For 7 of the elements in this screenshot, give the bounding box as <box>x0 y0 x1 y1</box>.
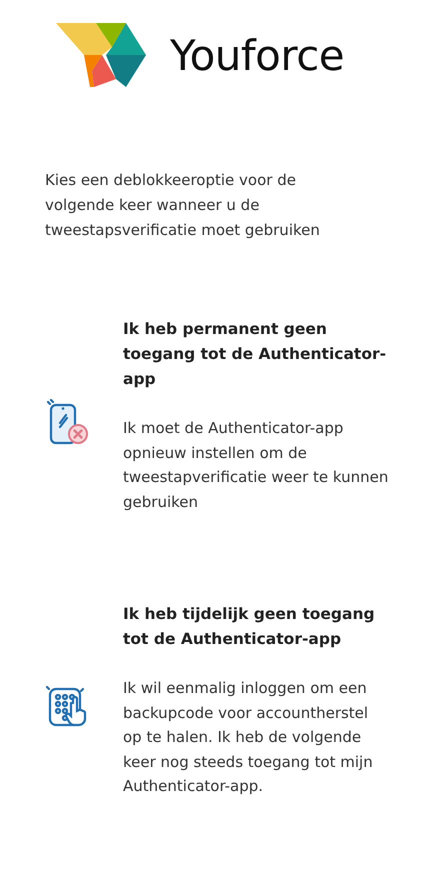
option-description: Ik wil eenmalig inloggen om een backupcode voor accountherstel op te halen. Ik heb de volgende keer nog steeds toegang tot mijn Authenticator-app. <box>123 678 374 797</box>
unblock-option[interactable]: Ik heb permanent geen toegang tot de Authenticator-app Ik moet de Authenticator-app opnieuw instellen om de tweestapverificatie weer te kunnen gebruiken <box>0 317 436 514</box>
option-title: Ik heb tijdelijk geen toegang tot de Authenticator-app <box>123 604 376 650</box>
option-description: Ik moet de Authenticator-app opnieuw instellen om de tweestapverificatie weer te kunnen gebruiken <box>123 418 389 512</box>
option-title: Ik heb permanent geen toegang tot de Authenticator-app <box>123 319 388 390</box>
intro-text: Kies een deblokkeeroptie voor de volgende keer wanneer u de tweestapsverificatie moet gebruiken <box>45 170 321 241</box>
brand-name: Youforce <box>170 30 344 80</box>
